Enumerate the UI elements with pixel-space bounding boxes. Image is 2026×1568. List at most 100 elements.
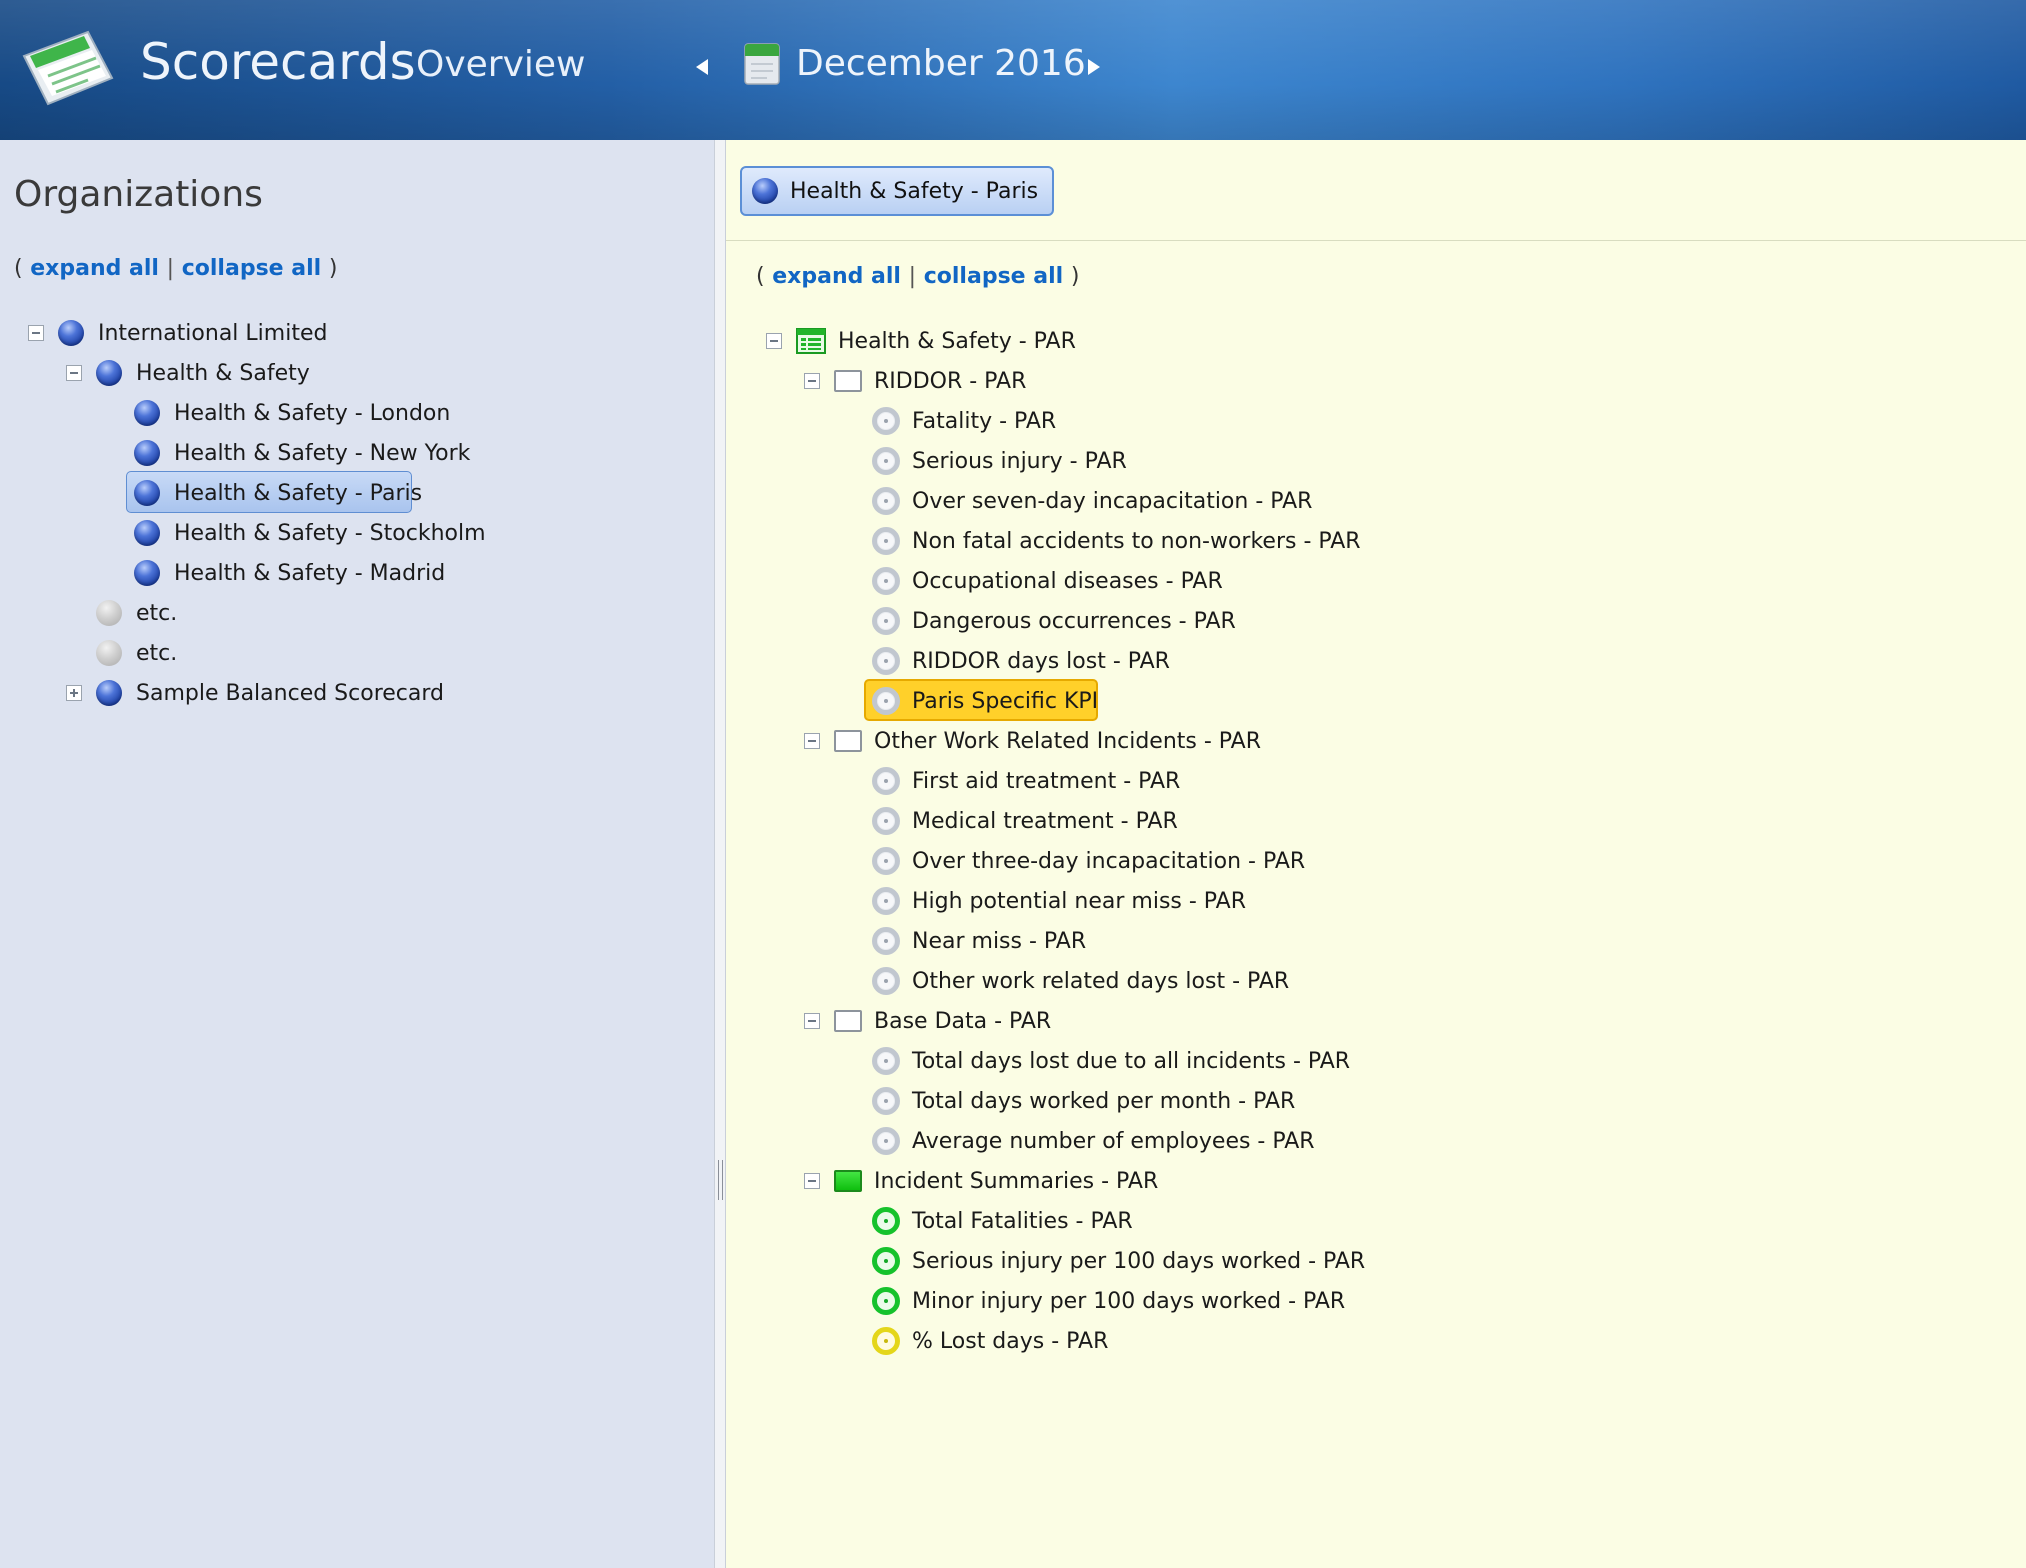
node-label: Health & Safety - PAR	[838, 328, 1076, 354]
splitter-grip[interactable]	[718, 1160, 723, 1200]
organization-orb-icon	[58, 320, 84, 346]
scorecard-node[interactable]: Dangerous occurrences - PAR	[872, 604, 1236, 638]
node-label: Over three-day incapacitation - PAR	[912, 848, 1306, 874]
scorecard-node[interactable]: RIDDOR days lost - PAR	[872, 644, 1170, 678]
tab-overview[interactable]: Overview	[416, 42, 586, 88]
node-label: Sample Balanced Scorecard	[136, 680, 444, 706]
scorecard-node[interactable]: High potential near miss - PAR	[872, 884, 1246, 918]
scorecard-node[interactable]: Average number of employees - PAR	[872, 1124, 1315, 1158]
collapse-toggle-icon[interactable]	[766, 333, 782, 349]
node-label: % Lost days - PAR	[912, 1328, 1109, 1354]
kpi-no-data-icon	[872, 887, 900, 915]
period-label[interactable]: December 2016	[796, 40, 1086, 88]
kpi-no-data-icon	[872, 487, 900, 515]
organization-node[interactable]: Health & Safety - Paris	[134, 476, 422, 510]
selected-organization-label: Health & Safety - Paris	[790, 178, 1039, 204]
panel-title: Organizations	[14, 174, 263, 215]
organization-node[interactable]: Health & Safety - London	[134, 396, 450, 430]
scorecard-node[interactable]: Total days worked per month - PAR	[872, 1084, 1295, 1118]
collapse-toggle-icon[interactable]	[804, 733, 820, 749]
scorecard-node[interactable]: Medical treatment - PAR	[872, 804, 1178, 838]
scorecard-node[interactable]: First aid treatment - PAR	[872, 764, 1180, 798]
collapse-toggle-icon[interactable]	[804, 1013, 820, 1029]
scorecard-node[interactable]: Other work related days lost - PAR	[872, 964, 1289, 998]
node-label: Occupational diseases - PAR	[912, 568, 1223, 594]
kpi-no-data-icon	[872, 967, 900, 995]
scorecard-node[interactable]: Total Fatalities - PAR	[872, 1204, 1133, 1238]
organization-node[interactable]: Sample Balanced Scorecard	[96, 676, 444, 710]
organization-orb-icon	[134, 400, 160, 426]
organization-orb-icon	[134, 480, 160, 506]
expand-toggle-icon[interactable]	[66, 685, 82, 701]
node-label: Average number of employees - PAR	[912, 1128, 1315, 1154]
calendar-icon	[744, 43, 780, 85]
scorecard-node[interactable]: RIDDOR - PAR	[834, 364, 1026, 398]
app-title: Scorecards	[140, 33, 416, 91]
node-label: Health & Safety - Paris	[174, 480, 423, 506]
scorecard-node[interactable]: Serious injury - PAR	[872, 444, 1127, 478]
scorecard-node[interactable]: % Lost days - PAR	[872, 1324, 1108, 1358]
perspective-box-icon	[834, 1010, 862, 1032]
scorecard-node[interactable]: Near miss - PAR	[872, 924, 1086, 958]
scorecard-node[interactable]: Fatality - PAR	[872, 404, 1056, 438]
collapse-all-link[interactable]: collapse all	[182, 256, 321, 281]
organization-node[interactable]: International Limited	[58, 316, 327, 350]
kpi-no-data-icon	[872, 687, 900, 715]
organization-node[interactable]: Health & Safety - Stockholm	[134, 516, 486, 550]
paren-close: )	[328, 256, 338, 281]
collapse-all-link[interactable]: collapse all	[924, 264, 1063, 289]
node-label: Total Fatalities - PAR	[912, 1208, 1133, 1234]
kpi-no-data-icon	[872, 527, 900, 555]
collapse-toggle-icon[interactable]	[804, 1173, 820, 1189]
node-label: High potential near miss - PAR	[912, 888, 1246, 914]
scorecard-node[interactable]: Base Data - PAR	[834, 1004, 1051, 1038]
expand-all-link[interactable]: expand all	[772, 264, 901, 289]
collapse-toggle-icon[interactable]	[66, 365, 82, 381]
scorecard-node[interactable]: Paris Specific KPI	[872, 684, 1098, 718]
kpi-no-data-icon	[872, 607, 900, 635]
organization-orb-icon	[134, 440, 160, 466]
expand-all-link[interactable]: expand all	[30, 256, 159, 281]
next-period-icon[interactable]	[1080, 52, 1108, 82]
scorecard-node[interactable]: Serious injury per 100 days worked - PAR	[872, 1244, 1365, 1278]
panel-splitter[interactable]	[714, 140, 726, 1568]
perspective-box-icon	[834, 730, 862, 752]
node-label: Over seven-day incapacitation - PAR	[912, 488, 1313, 514]
node-label: International Limited	[98, 320, 328, 346]
collapse-toggle-icon[interactable]	[804, 373, 820, 389]
scorecard-node[interactable]: Occupational diseases - PAR	[872, 564, 1223, 598]
organization-orb-icon	[134, 520, 160, 546]
node-label: Health & Safety - Madrid	[174, 560, 446, 586]
node-label: Health & Safety - New York	[174, 440, 471, 466]
scorecard-node[interactable]: Other Work Related Incidents - PAR	[834, 724, 1261, 758]
scorecard-node[interactable]: Non fatal accidents to non-workers - PAR	[872, 524, 1361, 558]
organization-orb-icon	[752, 178, 778, 204]
collapse-toggle-icon[interactable]	[28, 325, 44, 341]
node-label: RIDDOR days lost - PAR	[912, 648, 1170, 674]
organization-node[interactable]: Health & Safety - New York	[134, 436, 470, 470]
previous-period-icon[interactable]	[688, 52, 716, 82]
scorecard-node[interactable]: Over seven-day incapacitation - PAR	[872, 484, 1312, 518]
kpi-no-data-icon	[872, 647, 900, 675]
organization-node[interactable]: etc.	[96, 596, 177, 630]
link-separator: |	[166, 256, 175, 281]
app-header: Scorecards Overview December 2016	[0, 0, 2026, 140]
kpi-no-data-icon	[872, 567, 900, 595]
selected-organization-chip[interactable]: Health & Safety - Paris	[740, 166, 1055, 216]
scorecard-node[interactable]: Incident Summaries - PAR	[834, 1164, 1158, 1198]
kpi-no-data-icon	[872, 447, 900, 475]
paren-open: (	[14, 256, 23, 281]
node-label: etc.	[136, 640, 178, 666]
scorecard-node[interactable]: Minor injury per 100 days worked - PAR	[872, 1284, 1345, 1318]
organization-node[interactable]: Health & Safety	[96, 356, 310, 390]
organizations-panel: Organizations ( expand all | collapse al…	[0, 140, 714, 1568]
link-separator: |	[908, 264, 917, 289]
node-label: Paris Specific KPI	[912, 688, 1099, 714]
scorecard-panel: Health & Safety - Paris ( expand all | c…	[726, 140, 2026, 1568]
scorecard-node[interactable]: Total days lost due to all incidents - P…	[872, 1044, 1350, 1078]
organization-node[interactable]: Health & Safety - Madrid	[134, 556, 445, 590]
scorecard-node[interactable]: Over three-day incapacitation - PAR	[872, 844, 1305, 878]
scorecard-node[interactable]: Health & Safety - PAR	[796, 324, 1076, 358]
organization-node[interactable]: etc.	[96, 636, 177, 670]
node-label: Non fatal accidents to non-workers - PAR	[912, 528, 1361, 554]
